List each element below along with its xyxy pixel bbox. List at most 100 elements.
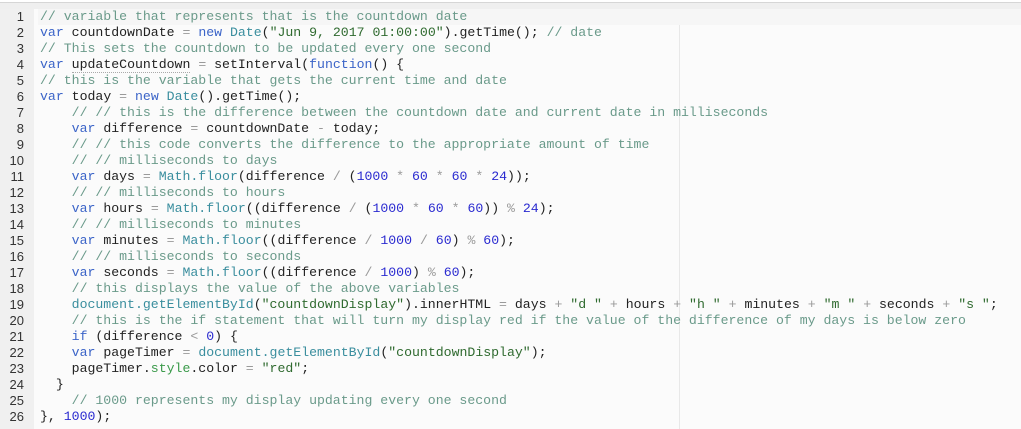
token-operator: + [863, 297, 872, 312]
token-builtin: Date [229, 25, 262, 40]
token-string: "Jun 9, 2017 01:00:00" [269, 25, 444, 40]
token-code-text: countdownDate [63, 25, 183, 40]
line-number: 8 [16, 121, 24, 136]
line-code[interactable]: var difference = countdownDate - today; [38, 121, 1021, 137]
code-line[interactable]: 10 // // milliseconds to days [0, 153, 1021, 169]
token-code-text [40, 297, 72, 312]
code-line[interactable]: 22 var pageTimer = document.getElementBy… [0, 345, 1021, 361]
line-code[interactable]: // // milliseconds to hours [38, 185, 1021, 201]
token-code-text: ().getTime(); [198, 89, 302, 104]
token-number: 60 [435, 233, 452, 248]
token-string: "red" [261, 361, 302, 376]
code-line[interactable]: 23 pageTimer.style.color = "red"; [0, 361, 1021, 377]
line-code[interactable]: }, 1000); [38, 409, 1021, 425]
token-code-text [40, 153, 72, 168]
code-line[interactable]: 15 var minutes = Math.floor((difference … [0, 233, 1021, 249]
code-line[interactable]: 14 // // milliseconds to minutes [0, 217, 1021, 233]
line-code[interactable]: var pageTimer = document.getElementById(… [38, 345, 1021, 361]
code-line[interactable]: 25 // 1000 represents my display updatin… [0, 393, 1021, 409]
token-code-text [64, 57, 72, 72]
token-code-text: today [63, 89, 120, 104]
token-code-text [254, 361, 262, 376]
line-code[interactable]: // this is the if statement that will tu… [38, 313, 1021, 329]
token-code-text [515, 201, 523, 216]
code-line[interactable]: 26}, 1000); [0, 409, 1021, 425]
token-code-text: ).innerHTML [404, 297, 500, 312]
token-code-text: ( [340, 169, 357, 184]
line-number: 25 [9, 393, 24, 408]
token-operator: = [245, 361, 254, 376]
line-number: 19 [9, 297, 24, 312]
token-operator: * [412, 201, 420, 216]
token-comment: // // milliseconds to minutes [71, 217, 302, 232]
line-code[interactable]: var seconds = Math.floor((difference / 1… [38, 265, 1021, 281]
line-code[interactable]: var today = new Date().getTime(); [38, 89, 1021, 105]
token-keyword: var [71, 169, 96, 184]
code-line[interactable]: 11 var days = Math.floor(difference / (1… [0, 169, 1021, 185]
token-operator: = [166, 265, 175, 280]
line-code[interactable]: if (difference < 0) { [38, 329, 1021, 345]
line-code[interactable]: } [38, 377, 1021, 393]
code-line[interactable]: 12 // // milliseconds to hours [0, 185, 1021, 201]
code-line[interactable]: 3 // This sets the countdown to be update… [0, 41, 1021, 57]
token-code-text [444, 169, 452, 184]
token-keyword: var [71, 265, 96, 280]
token-string: "h " [689, 297, 721, 312]
line-code[interactable]: // // this is the difference between the… [38, 105, 1021, 121]
token-number: 1000 [63, 409, 96, 424]
line-code[interactable]: // // milliseconds to seconds [38, 249, 1021, 265]
token-code-text [40, 281, 72, 296]
code-line[interactable]: 24 } [0, 377, 1021, 393]
code-line[interactable]: 4 var updateCountdown = setInterval(funct… [0, 57, 1021, 73]
token-builtin: Math.floor [166, 201, 246, 216]
code-line[interactable]: 16 // // milliseconds to seconds [0, 249, 1021, 265]
line-code[interactable]: var updateCountdown = setInterval(functi… [38, 57, 1021, 73]
token-keyword: var [40, 57, 64, 72]
code-line[interactable]: 9 // // this code converts the differenc… [0, 137, 1021, 153]
line-code[interactable]: // this displays the value of the above … [38, 281, 1021, 297]
token-operator: + [673, 297, 682, 312]
token-comment: // date [546, 25, 602, 40]
token-comment: // // milliseconds to days [71, 153, 278, 168]
token-comment: // this is the if statement that will tu… [71, 313, 966, 328]
line-code[interactable]: pageTimer.style.color = "red"; [38, 361, 1021, 377]
line-code[interactable]: // // milliseconds to minutes [38, 217, 1021, 233]
token-code-text: ) [412, 265, 428, 280]
token-code-text [388, 169, 396, 184]
token-builtin: Math.floor [158, 169, 238, 184]
token-code-text [816, 297, 824, 312]
line-code[interactable]: // // this code converts the difference … [38, 137, 1021, 153]
token-code-text [40, 137, 72, 152]
code-line[interactable]: 18 // this displays the value of the abo… [0, 281, 1021, 297]
code-line[interactable]: 5 // this is the variable that gets the c… [0, 73, 1021, 89]
line-code[interactable]: document.getElementById("countdownDispla… [38, 297, 1021, 313]
code-line[interactable]: 20 // this is the if statement that will… [0, 313, 1021, 329]
token-keyword: new [198, 25, 223, 40]
line-code[interactable]: // 1000 represents my display updating e… [38, 393, 1021, 409]
line-code[interactable]: // variable that represents that is the … [38, 9, 1021, 25]
code-line[interactable]: 2 var countdownDate = new Date("Jun 9, 20… [0, 25, 1021, 41]
code-line[interactable]: 8 var difference = countdownDate - today… [0, 121, 1021, 137]
token-builtin: Math.floor [182, 265, 262, 280]
token-number: 1000 [372, 201, 405, 216]
line-code[interactable]: // this is the variable that gets the cu… [38, 73, 1021, 89]
line-code[interactable]: var hours = Math.floor((difference / (10… [38, 201, 1021, 217]
code-line[interactable]: 21 if (difference < 0) { [0, 329, 1021, 345]
token-string: "countdownDisplay" [388, 345, 531, 360]
token-identifier-underlined: updateCountdown [71, 57, 191, 73]
line-code[interactable]: // This sets the countdown to be updated… [38, 41, 1021, 57]
token-code-text [40, 313, 72, 328]
line-code[interactable]: // // milliseconds to days [38, 153, 1021, 169]
line-code[interactable]: var countdownDate = new Date("Jun 9, 201… [38, 25, 1021, 41]
line-code[interactable]: var minutes = Math.floor((difference / 1… [38, 233, 1021, 249]
code-line[interactable]: 6 var today = new Date().getTime(); [0, 89, 1021, 105]
code-editor[interactable]: 1 // variable that represents that is the… [0, 9, 1021, 425]
code-line[interactable]: 17 var seconds = Math.floor((difference … [0, 265, 1021, 281]
line-number: 24 [9, 377, 24, 392]
token-operator: = [166, 233, 175, 248]
code-line[interactable]: 7 // // this is the difference between t… [0, 105, 1021, 121]
code-line[interactable]: 1 // variable that represents that is the… [0, 9, 1021, 25]
code-line[interactable]: 19 document.getElementById("countdownDis… [0, 297, 1021, 313]
code-line[interactable]: 13 var hours = Math.floor((difference / … [0, 201, 1021, 217]
line-code[interactable]: var days = Math.floor(difference / (1000… [38, 169, 1021, 185]
